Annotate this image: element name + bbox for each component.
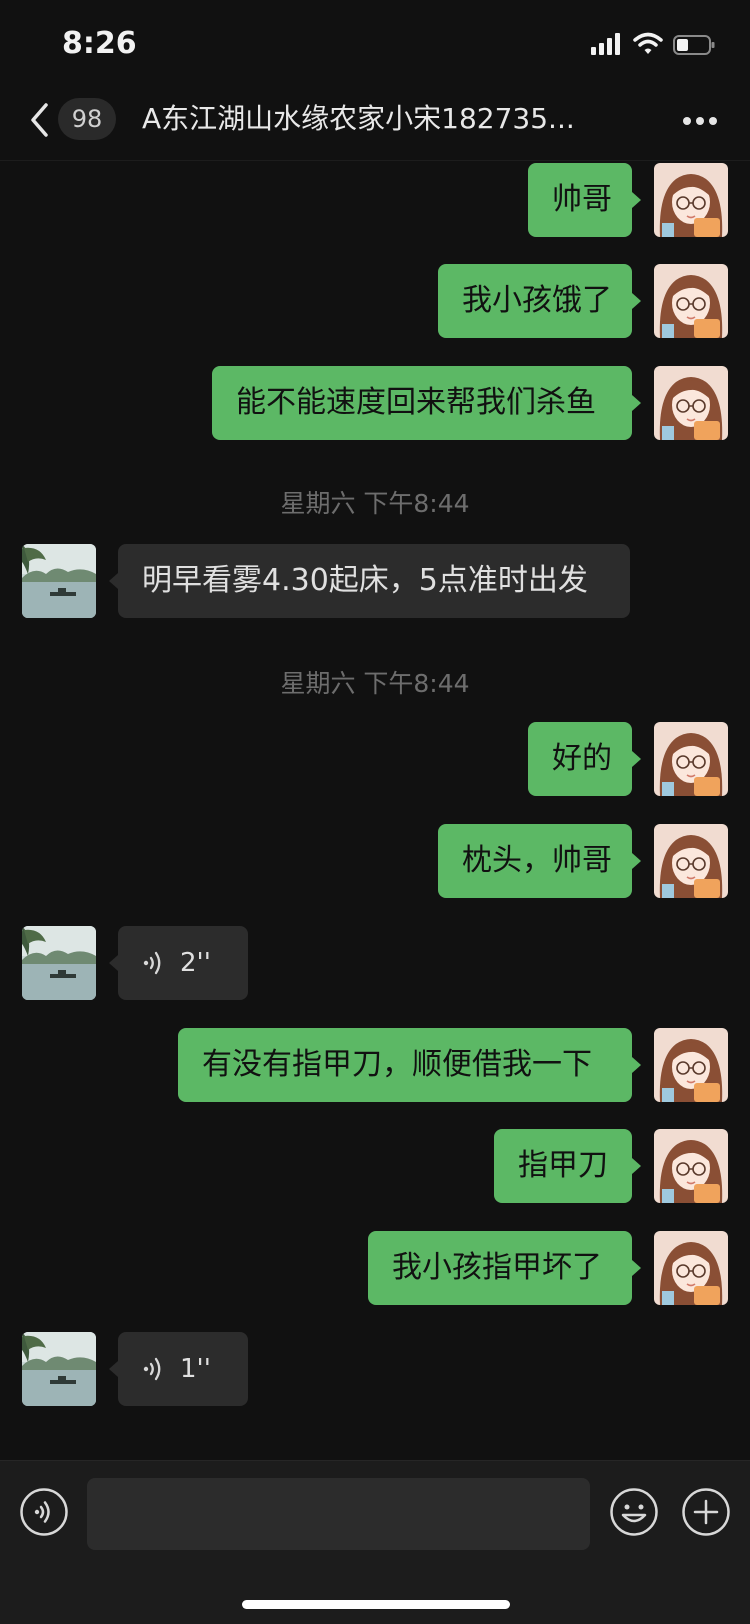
bubble-tail — [109, 1361, 118, 1377]
home-indicator — [242, 1600, 510, 1609]
more-dots-icon[interactable] — [682, 116, 718, 126]
message-text: 好的 — [552, 741, 612, 776]
message-text: 我小孩饿了 — [462, 283, 612, 318]
chevron-left-icon[interactable] — [28, 102, 50, 138]
status-bar: 8:26 — [0, 0, 750, 90]
input-bar — [0, 1460, 750, 1624]
voice-duration: 1'' — [180, 1354, 211, 1384]
bubble-tail — [632, 192, 641, 208]
outgoing-message-bubble[interactable]: 帅哥 — [528, 163, 632, 237]
outgoing-message-bubble[interactable]: 好的 — [528, 722, 632, 796]
outgoing-message-bubble[interactable]: 我小孩指甲坏了 — [368, 1231, 632, 1305]
outgoing-message-bubble[interactable]: 我小孩饿了 — [438, 264, 632, 338]
message-text: 明早看雾4.30起床，5点准时出发 — [142, 563, 588, 598]
my-avatar[interactable] — [654, 264, 728, 338]
my-avatar[interactable] — [654, 824, 728, 898]
bubble-tail — [632, 1158, 641, 1174]
unread-count-badge[interactable]: 98 — [58, 98, 116, 140]
plus-icon[interactable] — [681, 1487, 731, 1537]
bubble-tail — [632, 293, 641, 309]
my-avatar[interactable] — [654, 366, 728, 440]
contact-avatar[interactable] — [22, 1332, 96, 1406]
message-text: 能不能速度回来帮我们杀鱼 — [236, 385, 596, 420]
outgoing-message-bubble[interactable]: 能不能速度回来帮我们杀鱼 — [212, 366, 632, 440]
voice-message-bubble[interactable]: 2'' — [118, 926, 248, 1000]
contact-avatar[interactable] — [22, 544, 96, 618]
bubble-tail — [632, 1057, 641, 1073]
my-avatar[interactable] — [654, 722, 728, 796]
my-avatar[interactable] — [654, 1028, 728, 1102]
timestamp: 星期六 下午8:44 — [280, 669, 470, 698]
voice-duration: 2'' — [180, 948, 211, 978]
my-avatar[interactable] — [654, 1231, 728, 1305]
message-text: 有没有指甲刀，顺便借我一下 — [202, 1047, 592, 1082]
voice-message-bubble[interactable]: 1'' — [118, 1332, 248, 1406]
status-time: 8:26 — [62, 26, 137, 61]
bubble-tail — [632, 751, 641, 767]
timestamp: 星期六 下午8:44 — [280, 489, 470, 518]
chat-title: A东江湖山水缘农家小宋182735... — [142, 102, 575, 135]
emoji-icon[interactable] — [609, 1487, 659, 1537]
message-text: 我小孩指甲坏了 — [392, 1250, 602, 1285]
message-list[interactable]: 帅哥我小孩饿了能不能速度回来帮我们杀鱼星期六 下午8:44 明早看雾4.30起床，… — [0, 160, 750, 1458]
message-input[interactable] — [87, 1478, 590, 1550]
wifi-icon — [633, 32, 663, 54]
voice-wave-icon — [143, 951, 161, 975]
contact-avatar[interactable] — [22, 926, 96, 1000]
battery-icon — [673, 35, 715, 55]
bubble-tail — [632, 853, 641, 869]
message-text: 枕头，帅哥 — [462, 843, 612, 878]
message-text: 帅哥 — [552, 182, 612, 217]
my-avatar[interactable] — [654, 1129, 728, 1203]
bubble-tail — [632, 395, 641, 411]
chat-header: 98 A东江湖山水缘农家小宋182735... — [0, 90, 750, 161]
signal-icon — [591, 33, 620, 55]
outgoing-message-bubble[interactable]: 指甲刀 — [494, 1129, 632, 1203]
message-text: 指甲刀 — [518, 1148, 608, 1183]
my-avatar[interactable] — [654, 163, 728, 237]
bubble-tail — [632, 1260, 641, 1276]
outgoing-message-bubble[interactable]: 枕头，帅哥 — [438, 824, 632, 898]
voice-icon[interactable] — [19, 1487, 69, 1537]
incoming-message-bubble[interactable]: 明早看雾4.30起床，5点准时出发 — [118, 544, 630, 618]
bubble-tail — [109, 955, 118, 971]
bubble-tail — [109, 573, 118, 589]
voice-wave-icon — [143, 1357, 161, 1381]
outgoing-message-bubble[interactable]: 有没有指甲刀，顺便借我一下 — [178, 1028, 632, 1102]
